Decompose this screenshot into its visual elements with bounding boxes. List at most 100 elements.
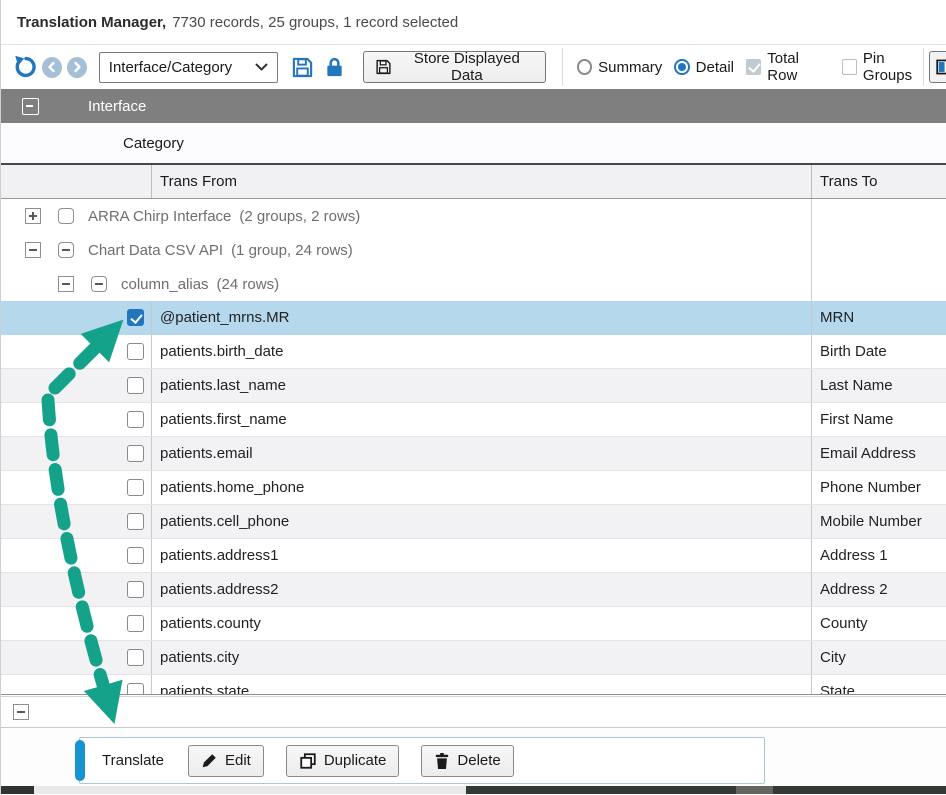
- trans-to-cell[interactable]: Phone Number: [811, 471, 946, 504]
- undo-icon[interactable]: [13, 55, 37, 79]
- row-checkbox-cell: [1, 505, 151, 538]
- group-meta: (1 group, 24 rows): [231, 242, 353, 259]
- collapse-bottom-panel-icon[interactable]: [13, 704, 29, 720]
- toolbar-divider-right: [923, 48, 924, 86]
- row-checkbox-cell: [1, 641, 151, 674]
- desktop-edge-strip: [1, 786, 946, 794]
- group-label[interactable]: Chart Data CSV API: [88, 242, 223, 259]
- row-checkbox[interactable]: [127, 581, 144, 598]
- table-row[interactable]: patients.address1Address 1: [1, 539, 946, 573]
- summary-radio-label[interactable]: Summary: [598, 59, 662, 76]
- trash-icon: [434, 752, 450, 770]
- table-row[interactable]: patients.home_phonePhone Number: [1, 471, 946, 505]
- group-checkbox[interactable]: [91, 276, 107, 292]
- trans-from-cell[interactable]: patients.county: [151, 607, 811, 640]
- duplicate-button[interactable]: Duplicate: [286, 745, 400, 777]
- translate-panel: Translate Edit Duplicate Delete: [79, 737, 765, 784]
- expand-group-icon[interactable]: [25, 208, 41, 224]
- trans-from-cell[interactable]: patients.birth_date: [151, 335, 811, 368]
- trans-to-cell[interactable]: Address 1: [811, 539, 946, 572]
- trans-from-cell[interactable]: @patient_mrns.MR: [151, 301, 811, 334]
- trans-to-cell[interactable]: Email Address: [811, 437, 946, 470]
- column-header-row: Trans From Trans To: [1, 165, 946, 199]
- trans-from-cell[interactable]: patients.address1: [151, 539, 811, 572]
- table-row[interactable]: patients.cell_phoneMobile Number: [1, 505, 946, 539]
- collapse-interface-icon[interactable]: [22, 98, 39, 115]
- row-checkbox[interactable]: [127, 615, 144, 632]
- title-bar: Translation Manager, 7730 records, 25 gr…: [1, 0, 946, 45]
- collapse-group-icon[interactable]: [58, 276, 74, 292]
- chevron-down-icon: [255, 63, 268, 71]
- group-checkbox[interactable]: [58, 242, 74, 258]
- column-layout-button[interactable]: [929, 51, 946, 83]
- trans-to-cell[interactable]: City: [811, 641, 946, 674]
- table-row[interactable]: patients.birth_dateBirth Date: [1, 335, 946, 369]
- row-checkbox[interactable]: [127, 513, 144, 530]
- trans-from-cell[interactable]: patients.email: [151, 437, 811, 470]
- trans-from-column-header[interactable]: Trans From: [151, 165, 811, 198]
- copy-icon: [299, 752, 317, 770]
- group-label[interactable]: ARRA Chirp Interface: [88, 208, 231, 225]
- checkbox-column-header: [1, 165, 151, 198]
- lock-icon[interactable]: [324, 56, 345, 78]
- row-checkbox[interactable]: [127, 683, 144, 694]
- trans-to-cell[interactable]: MRN: [811, 301, 946, 334]
- trans-to-cell[interactable]: Mobile Number: [811, 505, 946, 538]
- group-meta: (2 groups, 2 rows): [239, 208, 360, 225]
- detail-radio[interactable]: [674, 59, 689, 75]
- trans-from-cell[interactable]: patients.last_name: [151, 369, 811, 402]
- translation-manager-window: Translation Manager, 7730 records, 25 gr…: [0, 0, 946, 795]
- tree-row: column_alias(24 rows): [1, 267, 946, 301]
- row-checkbox-cell: [1, 403, 151, 436]
- row-checkbox-checked[interactable]: [127, 309, 144, 326]
- trans-to-cell[interactable]: State: [811, 675, 946, 694]
- trans-from-cell[interactable]: patients.city: [151, 641, 811, 674]
- view-mode-value: Interface/Category: [109, 59, 232, 76]
- trans-from-cell[interactable]: patients.home_phone: [151, 471, 811, 504]
- store-displayed-data-button[interactable]: Store Displayed Data: [363, 51, 546, 83]
- trans-from-cell[interactable]: patients.cell_phone: [151, 505, 811, 538]
- row-checkbox[interactable]: [127, 445, 144, 462]
- row-checkbox[interactable]: [127, 547, 144, 564]
- collapse-group-icon[interactable]: [25, 242, 41, 258]
- group-checkbox[interactable]: [58, 208, 74, 224]
- detail-radio-label[interactable]: Detail: [696, 59, 734, 76]
- table-row[interactable]: patients.first_nameFirst Name: [1, 403, 946, 437]
- save-view-icon[interactable]: [291, 56, 314, 79]
- total-row-checkbox[interactable]: [746, 59, 761, 75]
- view-mode-select[interactable]: Interface/Category: [99, 52, 278, 83]
- delete-button[interactable]: Delete: [421, 745, 513, 777]
- table-row[interactable]: patients.address2Address 2: [1, 573, 946, 607]
- row-checkbox[interactable]: [127, 377, 144, 394]
- row-checkbox-cell: [1, 607, 151, 640]
- trans-from-cell[interactable]: patients.first_name: [151, 403, 811, 436]
- table-row[interactable]: patients.cityCity: [1, 641, 946, 675]
- group-label[interactable]: column_alias: [121, 276, 209, 293]
- toolbar-divider: [562, 48, 563, 86]
- table-row[interactable]: patients.last_nameLast Name: [1, 369, 946, 403]
- trans-to-cell[interactable]: County: [811, 607, 946, 640]
- save-icon: [375, 58, 392, 76]
- nav-back-icon[interactable]: [42, 57, 62, 78]
- trans-to-cell[interactable]: Address 2: [811, 573, 946, 606]
- row-checkbox[interactable]: [127, 479, 144, 496]
- page-title: Translation Manager,: [17, 14, 166, 31]
- trans-to-column-header[interactable]: Trans To: [811, 165, 946, 198]
- total-row-label[interactable]: Total Row: [767, 50, 829, 84]
- pin-groups-checkbox[interactable]: [842, 59, 857, 75]
- nav-forward-icon[interactable]: [67, 57, 87, 78]
- edit-button[interactable]: Edit: [188, 745, 264, 777]
- trans-to-cell[interactable]: First Name: [811, 403, 946, 436]
- summary-radio[interactable]: [577, 59, 592, 75]
- trans-to-cell[interactable]: Last Name: [811, 369, 946, 402]
- trans-from-cell[interactable]: patients.state: [151, 675, 811, 694]
- table-row[interactable]: @patient_mrns.MRMRN: [1, 301, 946, 335]
- trans-from-cell[interactable]: patients.address2: [151, 573, 811, 606]
- row-checkbox[interactable]: [127, 343, 144, 360]
- table-row[interactable]: patients.stateState: [1, 675, 946, 694]
- row-checkbox[interactable]: [127, 411, 144, 428]
- table-row[interactable]: patients.countyCounty: [1, 607, 946, 641]
- trans-to-cell[interactable]: Birth Date: [811, 335, 946, 368]
- table-row[interactable]: patients.emailEmail Address: [1, 437, 946, 471]
- row-checkbox[interactable]: [127, 649, 144, 666]
